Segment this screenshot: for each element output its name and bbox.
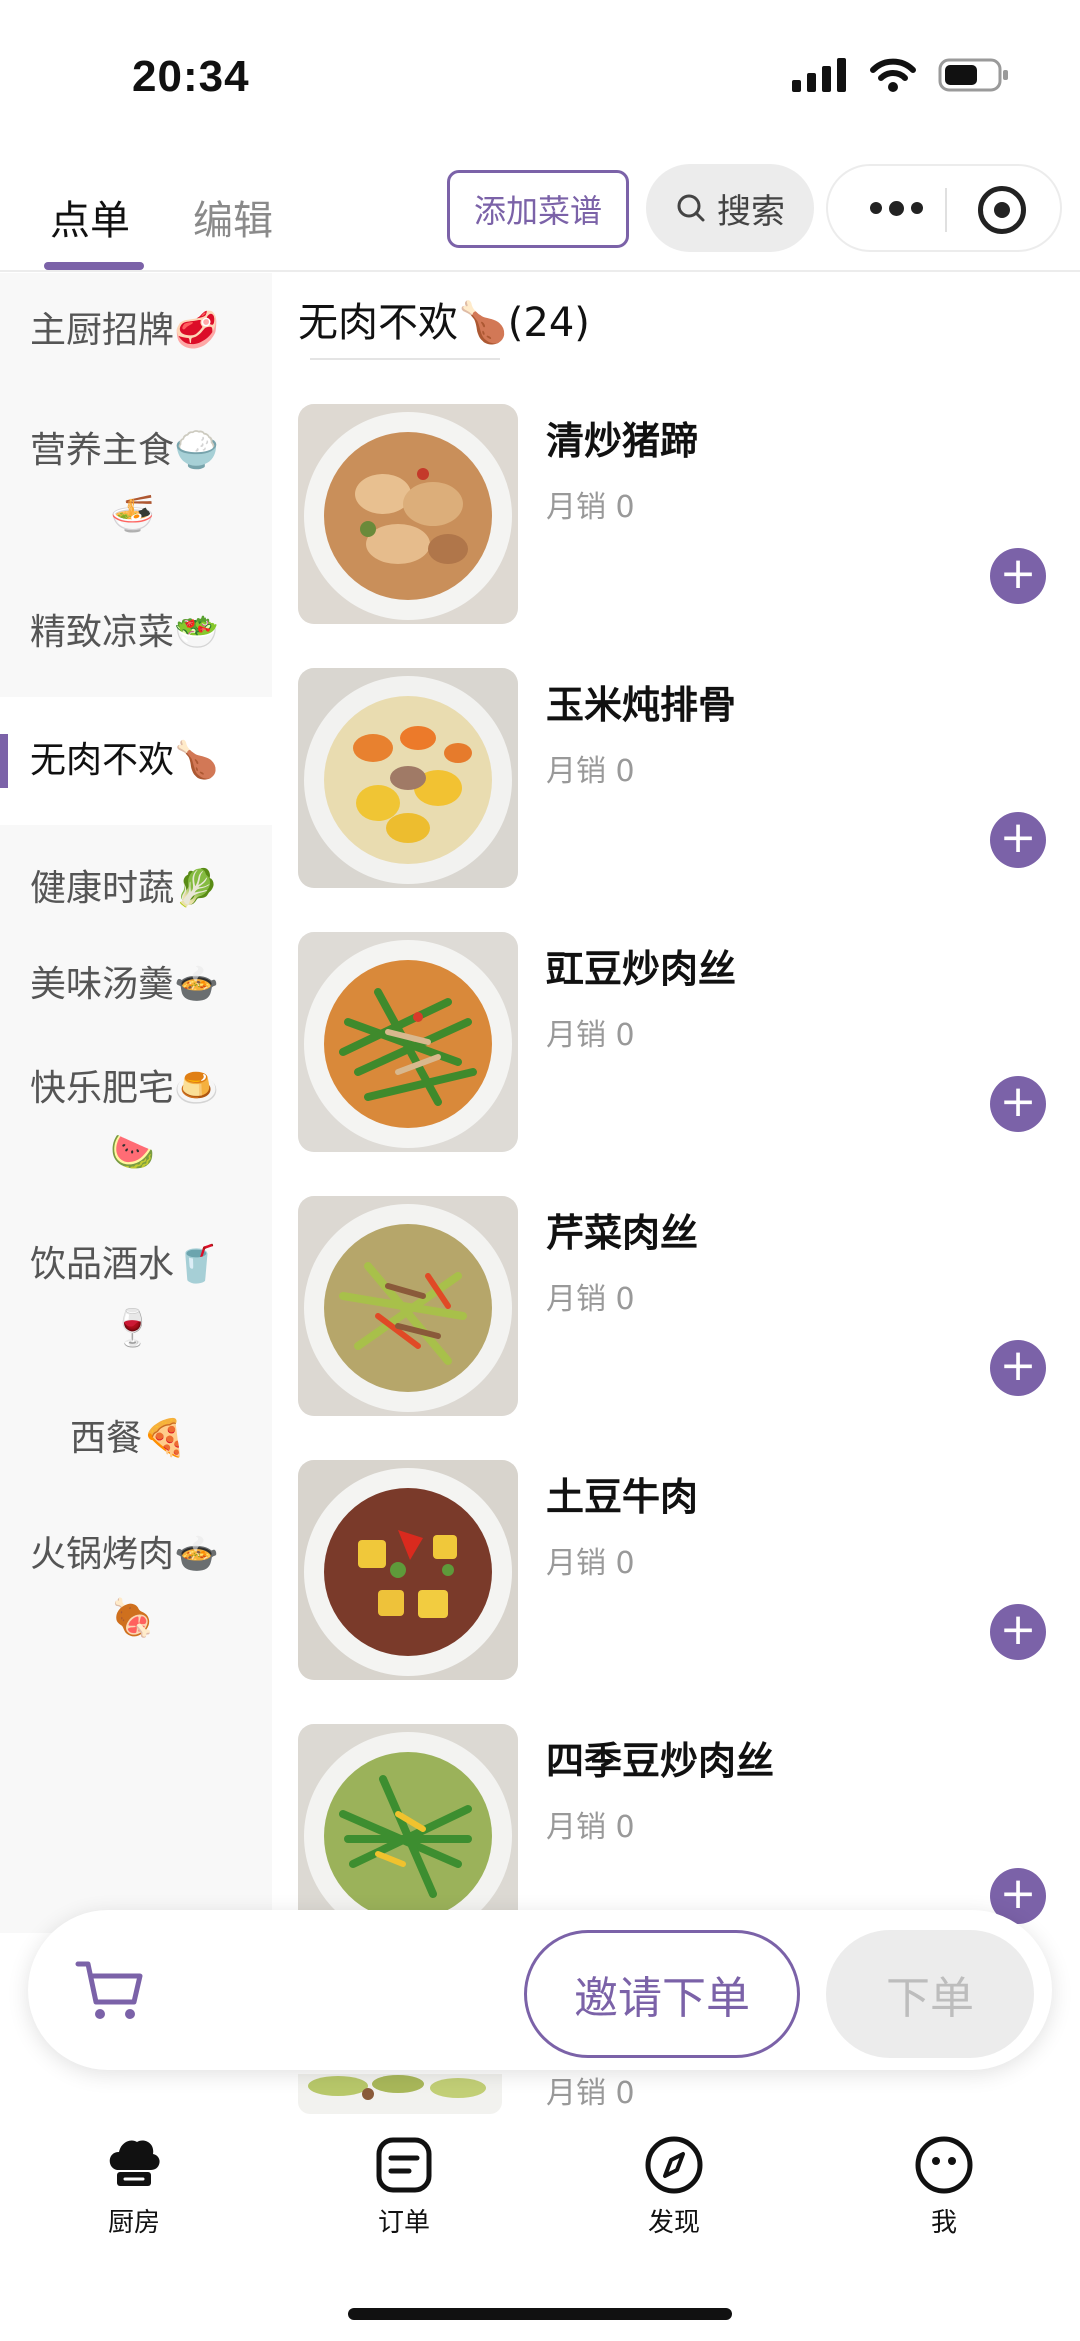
top-header: 点单 编辑 添加菜谱 搜索 — [0, 150, 1080, 272]
dish-name: 芹菜肉丝 — [546, 1211, 699, 1255]
nav-item-kitchen[interactable]: 厨房 — [54, 2134, 214, 2239]
sidebar-item-meat[interactable]: 无肉不欢🍗 — [0, 697, 272, 825]
dish-image — [298, 1196, 518, 1416]
face-icon — [915, 2136, 973, 2194]
search-label: 搜索 — [717, 191, 785, 232]
tab-order[interactable]: 点单 — [50, 188, 130, 246]
dish-monthly-sales: 月销 0 — [546, 1810, 635, 1845]
capsule-divider — [945, 188, 947, 232]
active-tab-indicator — [44, 262, 144, 270]
dish-item[interactable]: 土豆牛肉 月销 0 + — [298, 1460, 1058, 1700]
status-time: 20:34 — [132, 52, 250, 101]
dish-monthly-sales: 月销 0 — [546, 490, 635, 525]
wifi-icon — [870, 58, 916, 92]
category-label: 快乐肥宅🍮 — [30, 1068, 219, 1109]
dish-monthly-sales: 月销 0 — [546, 1282, 635, 1317]
sidebar-item-cold-dishes[interactable]: 精致凉菜🥗 — [0, 569, 272, 697]
sidebar-item-vegetables[interactable]: 健康时蔬🥬 — [0, 825, 272, 937]
category-label: 营养主食🍚 — [30, 430, 219, 471]
search-icon — [677, 194, 705, 222]
nav-label: 厨房 — [107, 2208, 160, 2238]
cart-icon[interactable] — [72, 1952, 148, 2028]
dish-monthly-sales: 月销 0 — [546, 1018, 635, 1053]
tab-edit[interactable]: 编辑 — [193, 188, 273, 246]
category-label: 美味汤羹🍲 — [30, 964, 219, 1005]
order-icon — [376, 2137, 432, 2193]
category-sidebar: 主厨招牌🥩 营养主食🍚 🍜 精致凉菜🥗 无肉不欢🍗 健康时蔬🥬 美味汤羹🍲 快乐… — [0, 273, 272, 1933]
sidebar-item-drinks[interactable]: 饮品酒水🥤 🍷 — [0, 1207, 272, 1381]
category-label: 西餐🍕 — [70, 1418, 187, 1459]
add-to-cart-button[interactable]: + — [990, 1340, 1046, 1396]
category-label: 饮品酒水🥤 — [30, 1244, 219, 1285]
search-button[interactable]: 搜索 — [646, 164, 814, 252]
section-divider — [310, 358, 500, 360]
battery-icon — [938, 58, 1008, 92]
dish-name: 四季豆炒肉丝 — [546, 1739, 775, 1783]
sidebar-item-soups[interactable]: 美味汤羹🍲 — [0, 937, 272, 1033]
dish-name: 清炒猪蹄 — [546, 419, 699, 463]
category-label-emoji: 🍖 — [110, 1598, 155, 1639]
sidebar-item-chef-signature[interactable]: 主厨招牌🥩 — [0, 273, 272, 389]
dish-image — [298, 932, 518, 1152]
dish-item[interactable]: 豇豆炒肉丝 月销 0 + — [298, 932, 1058, 1172]
active-category-indicator — [0, 734, 8, 788]
category-label: 精致凉菜🥗 — [30, 612, 219, 653]
chef-hat-icon — [109, 2140, 160, 2186]
partial-dish-image — [298, 2074, 502, 2114]
sidebar-item-staples[interactable]: 营养主食🍚 🍜 — [0, 389, 272, 569]
dish-image — [298, 1460, 518, 1680]
dish-item[interactable]: 清炒猪蹄 月销 0 + — [298, 404, 1058, 644]
dish-image — [298, 668, 518, 888]
dish-name: 土豆牛肉 — [546, 1475, 699, 1519]
category-label: 健康时蔬🥬 — [30, 868, 219, 909]
add-to-cart-button[interactable]: + — [990, 548, 1046, 604]
sidebar-item-hotpot[interactable]: 火锅烤肉🍲 🍖 — [0, 1497, 272, 1671]
section-title: 无肉不欢🍗(24) — [298, 300, 590, 346]
nav-label: 我 — [930, 2208, 957, 2238]
category-label: 无肉不欢🍗 — [30, 740, 219, 781]
sidebar-item-snacks[interactable]: 快乐肥宅🍮 🍉 — [0, 1033, 272, 1207]
category-label-emoji: 🍜 — [110, 494, 155, 535]
home-indicator — [348, 2308, 732, 2320]
add-to-cart-button[interactable]: + — [990, 1604, 1046, 1660]
add-to-cart-button[interactable]: + — [990, 1076, 1046, 1132]
category-label: 火锅烤肉🍲 — [30, 1534, 219, 1575]
place-order-button[interactable]: 下单 — [826, 1930, 1034, 2058]
dish-name: 玉米炖排骨 — [546, 683, 737, 727]
compass-icon — [645, 2136, 703, 2194]
invite-order-button[interactable]: 邀请下单 — [524, 1930, 800, 2058]
status-icons — [792, 58, 1010, 92]
dish-item[interactable]: 玉米炖排骨 月销 0 + — [298, 668, 1058, 908]
sidebar-item-western[interactable]: 西餐🍕 — [0, 1381, 272, 1497]
add-recipe-button[interactable]: 添加菜谱 — [447, 170, 629, 248]
dish-image — [298, 404, 518, 624]
close-miniprogram-icon[interactable] — [978, 186, 1026, 234]
category-label-emoji: 🍉 — [110, 1132, 155, 1173]
category-label: 主厨招牌🥩 — [30, 310, 219, 351]
add-to-cart-button[interactable]: + — [990, 812, 1046, 868]
dish-monthly-sales: 月销 0 — [546, 754, 635, 789]
nav-label: 订单 — [377, 2208, 430, 2238]
dish-image — [298, 1724, 518, 1910]
category-label-emoji: 🍷 — [110, 1308, 155, 1349]
dish-name: 豇豆炒肉丝 — [546, 947, 737, 991]
nav-item-orders[interactable]: 订单 — [324, 2134, 484, 2239]
status-bar: 20:34 — [0, 0, 1080, 150]
nav-item-me[interactable]: 我 — [864, 2134, 1024, 2239]
dish-item[interactable]: 芹菜肉丝 月销 0 + — [298, 1196, 1058, 1436]
more-icon[interactable] — [858, 166, 934, 250]
dish-monthly-sales: 月销 0 — [546, 1546, 635, 1581]
partial-dish-monthly-sales: 月销 0 — [546, 2076, 635, 2111]
cart-bar: 邀请下单 下单 — [28, 1910, 1052, 2070]
miniprogram-capsule — [826, 164, 1062, 252]
nav-label: 发现 — [647, 2208, 700, 2238]
nav-item-discover[interactable]: 发现 — [594, 2134, 754, 2239]
signal-icon — [792, 58, 846, 92]
